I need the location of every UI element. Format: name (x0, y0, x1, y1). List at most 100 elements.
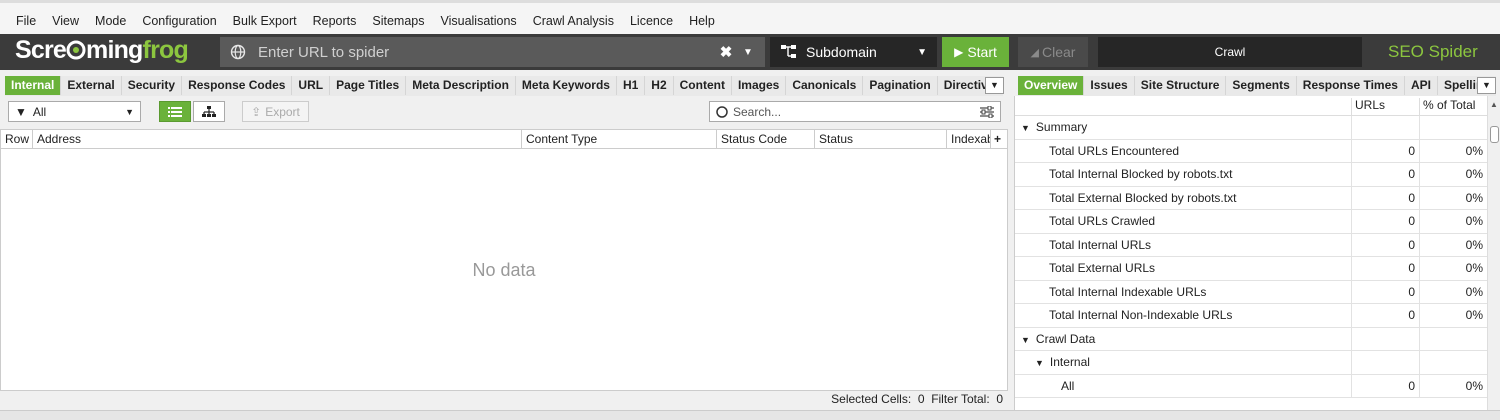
brand-label: SEO Spider (1388, 42, 1478, 61)
export-button[interactable]: ⇪ Export (242, 101, 309, 122)
column-header-content-type[interactable]: Content Type (522, 130, 717, 149)
overview-row[interactable]: Total External Blocked by robots.txt 0 0% (1015, 186, 1487, 210)
menu-bulk-export[interactable]: Bulk Export (225, 14, 305, 28)
tab-meta-keywords[interactable]: Meta Keywords (515, 76, 617, 95)
logo: Scre mingfrog (15, 36, 189, 64)
menu-reports[interactable]: Reports (305, 14, 365, 28)
overview-url-count: 0 (1351, 163, 1419, 186)
filter-icon: ▼ (15, 104, 27, 119)
overview-row-label-wrap: ▼ Summary (1021, 120, 1087, 134)
tab-canonicals[interactable]: Canonicals (786, 76, 864, 95)
tab-h2[interactable]: H2 (645, 76, 674, 95)
overview-row[interactable]: Total URLs Crawled 0 0% (1015, 210, 1487, 234)
menu-mode[interactable]: Mode (87, 14, 134, 28)
overview-row-label-wrap: Total Internal Non-Indexable URLs (1049, 308, 1232, 322)
filter-dropdown[interactable]: ▼ All ▼ (8, 101, 141, 122)
menu-view[interactable]: View (44, 14, 87, 28)
column-header-row[interactable]: Row (1, 130, 33, 149)
tab-response-times[interactable]: Response Times (1296, 76, 1405, 95)
clear-url-icon[interactable]: ✖ (715, 43, 737, 61)
tab-content[interactable]: Content (673, 76, 732, 95)
expand-arrow-icon[interactable]: ▼ (1035, 358, 1044, 368)
tab-page-titles[interactable]: Page Titles (330, 76, 407, 95)
expand-arrow-icon[interactable]: ▼ (1021, 335, 1030, 345)
url-input[interactable] (258, 43, 715, 61)
scroll-up-icon[interactable]: ▲ (1490, 100, 1498, 109)
overview-row-label: Total Internal Blocked by robots.txt (1049, 167, 1233, 181)
tab-meta-description[interactable]: Meta Description (406, 76, 516, 95)
menu-visualisations[interactable]: Visualisations (432, 14, 524, 28)
eraser-icon: ◢ (1030, 46, 1039, 59)
tab-h1[interactable]: H1 (616, 76, 646, 95)
overview-percent: 0% (1419, 210, 1487, 233)
overview-row[interactable]: Total External URLs 0 0% (1015, 257, 1487, 281)
list-view-button[interactable] (159, 101, 191, 122)
search-input[interactable] (733, 104, 980, 119)
left-tab-bar: Internal External Security Response Codes UR… (5, 76, 1003, 96)
status-bar: Selected Cells: 0 Filter Total: 0 (0, 392, 1008, 408)
menu-bar: File View Mode Configuration Bulk Export Repo… (0, 0, 1500, 38)
mode-dropdown[interactable]: Subdomain ▼ (770, 37, 937, 67)
overview-url-count: 0 (1351, 304, 1419, 327)
menu-configuration[interactable]: Configuration (134, 14, 224, 28)
overview-row[interactable]: Total Internal URLs 0 0% (1015, 233, 1487, 257)
tab-api[interactable]: API (1404, 76, 1438, 95)
tab-issues[interactable]: Issues (1084, 76, 1135, 95)
overview-row[interactable]: Total Internal Indexable URLs 0 0% (1015, 280, 1487, 304)
overview-row-label-wrap: Total URLs Crawled (1049, 214, 1155, 228)
overview-percent: 0% (1419, 139, 1487, 163)
tab-overview[interactable]: Overview (1018, 76, 1085, 95)
overview-row-label-wrap: All (1061, 379, 1074, 393)
column-header-urls[interactable]: URLs (1351, 98, 1419, 116)
tab-url[interactable]: URL (292, 76, 331, 95)
tab-pagination[interactable]: Pagination (863, 76, 938, 95)
start-button[interactable]: ▶ Start (942, 37, 1009, 67)
overview-percent: 0% (1419, 257, 1487, 280)
filter-value: All (32, 104, 47, 119)
column-header-status[interactable]: Status (815, 130, 947, 149)
overview-section-row[interactable]: ▼ Crawl Data (1015, 327, 1487, 351)
menu-sitemaps[interactable]: Sitemaps (364, 14, 432, 28)
tab-segments[interactable]: Segments (1226, 76, 1297, 95)
overview-row[interactable]: All 0 0% (1015, 374, 1487, 398)
clear-button[interactable]: ◢ Clear (1018, 37, 1088, 67)
url-history-dropdown-icon[interactable]: ▼ (737, 47, 759, 58)
overview-row[interactable]: Total Internal Blocked by robots.txt 0 0% (1015, 163, 1487, 187)
overview-row-label: Total Internal Indexable URLs (1049, 284, 1207, 299)
right-tabs-more-icon[interactable]: ▼ (1477, 77, 1496, 94)
left-tabs-more-icon[interactable]: ▼ (985, 77, 1004, 94)
tab-external[interactable]: External (61, 76, 122, 95)
tab-internal[interactable]: Internal (5, 76, 62, 95)
column-header-indexability[interactable]: Indexab (947, 130, 991, 149)
tree-view-button[interactable] (193, 101, 225, 122)
overview-row-label: Total External URLs (1049, 261, 1156, 275)
menu-file[interactable]: File (8, 14, 44, 28)
overview-percent: 0% (1419, 163, 1487, 186)
add-column-icon[interactable]: + (991, 130, 1005, 149)
overview-panel: URLs % of Total ▼ Summary Total URLs Encou… (1014, 96, 1500, 411)
menu-licence[interactable]: Licence (622, 14, 681, 28)
overview-scrollbar[interactable]: ▲ (1487, 96, 1500, 411)
overview-section-row[interactable]: ▼ Summary (1015, 116, 1487, 140)
tab-images[interactable]: Images (731, 76, 787, 95)
tab-response-codes[interactable]: Response Codes (182, 76, 293, 95)
app-header: Scremingfrog ✖ ▼ Subdomain ▼ ▶ Start ◢ C… (0, 34, 1500, 70)
column-header-address[interactable]: Address (33, 130, 522, 149)
overview-section-row[interactable]: ▼ Internal (1015, 351, 1487, 375)
expand-arrow-icon[interactable]: ▼ (1021, 123, 1030, 133)
column-header-percent[interactable]: % of Total (1419, 98, 1489, 116)
search-box (709, 101, 1001, 122)
tab-security[interactable]: Security (121, 76, 183, 95)
tab-site-structure[interactable]: Site Structure (1134, 76, 1227, 95)
column-header-status-code[interactable]: Status Code (717, 130, 815, 149)
overview-percent: 0% (1419, 186, 1487, 210)
menu-crawl-analysis[interactable]: Crawl Analysis (525, 14, 622, 28)
scroll-thumb[interactable] (1490, 126, 1499, 143)
search-options-icon[interactable] (980, 105, 994, 118)
overview-percent: 0% (1419, 374, 1487, 398)
play-icon: ▶ (954, 45, 964, 59)
overview-row-label-wrap: Total External URLs (1049, 261, 1155, 275)
overview-row[interactable]: Total Internal Non-Indexable URLs 0 0% (1015, 304, 1487, 328)
menu-help[interactable]: Help (681, 14, 723, 28)
overview-row[interactable]: Total URLs Encountered 0 0% (1015, 139, 1487, 163)
